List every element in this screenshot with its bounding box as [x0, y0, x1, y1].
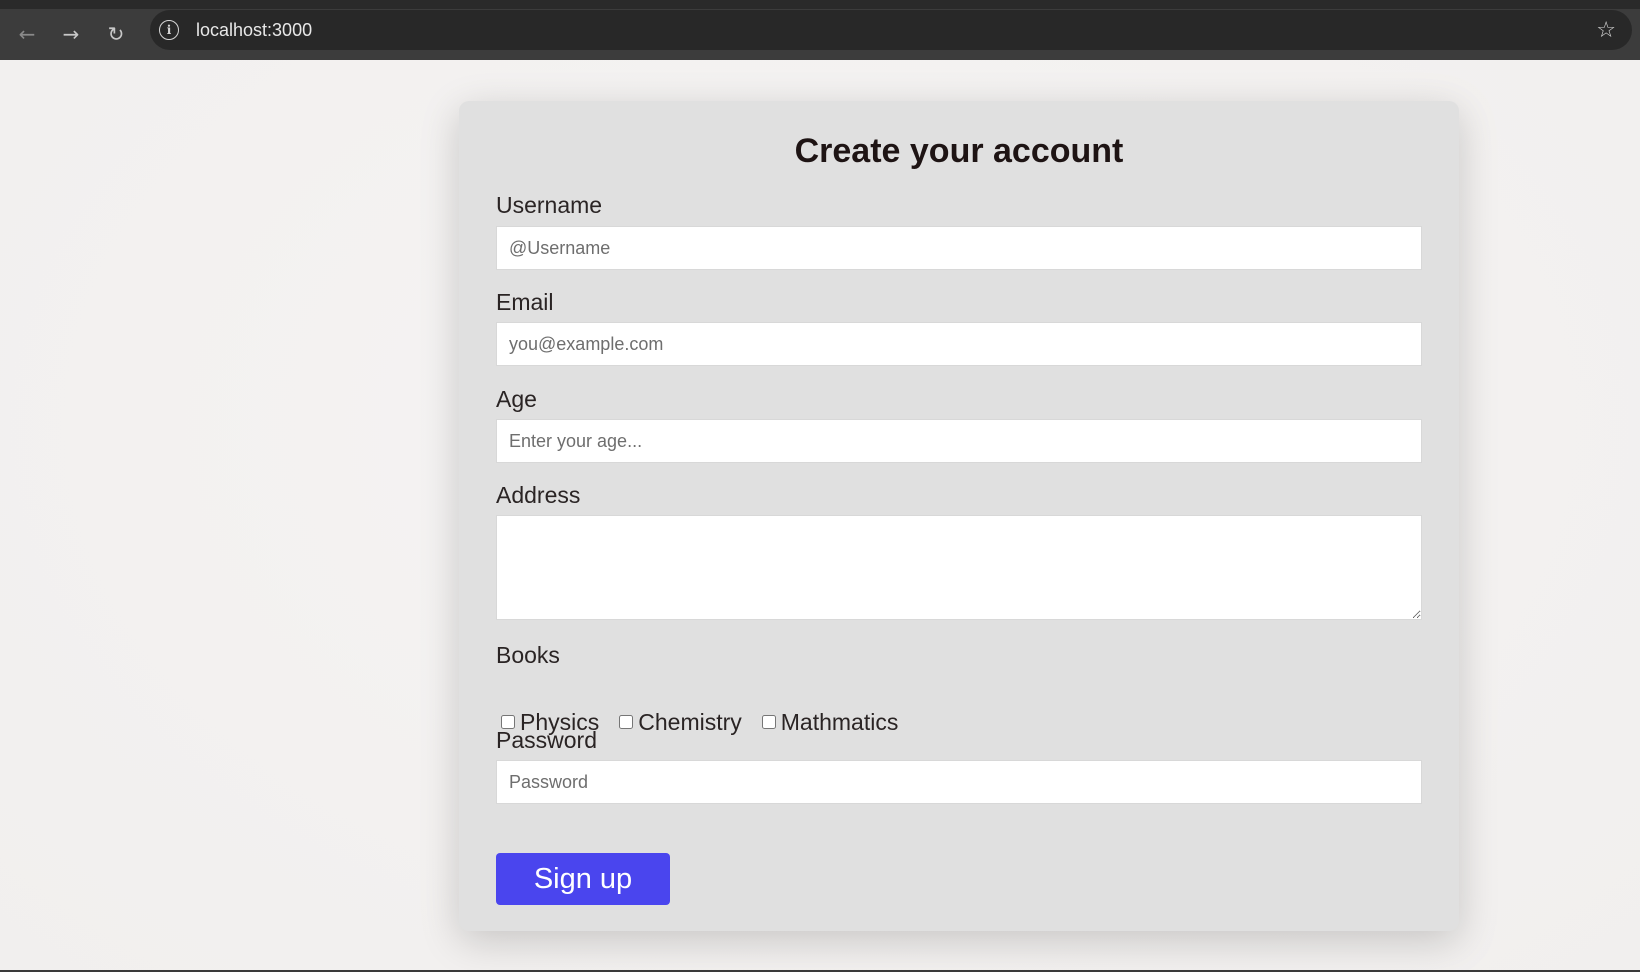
address-bar[interactable]: i localhost:3000 ☆ [150, 10, 1632, 50]
age-label: Age [496, 386, 537, 412]
bookmark-star-icon[interactable]: ☆ [1596, 18, 1616, 43]
password-label: Password [496, 727, 597, 753]
email-label: Email [496, 289, 554, 315]
books-label: Books [496, 642, 560, 668]
username-input[interactable] [496, 226, 1422, 270]
chemistry-label[interactable]: Chemistry [638, 709, 742, 736]
url-text[interactable]: localhost:3000 [196, 20, 312, 40]
chemistry-checkbox[interactable] [619, 715, 634, 729]
page-title: Create your account [794, 132, 1124, 170]
mathmatics-label[interactable]: Mathmatics [781, 709, 899, 736]
address-label: Address [496, 482, 581, 508]
books-option-mathmatics[interactable]: Mathmatics [761, 709, 899, 736]
age-input[interactable] [496, 419, 1422, 463]
books-option-chemistry[interactable]: Chemistry [619, 709, 742, 736]
back-arrow-icon[interactable]: ← [12, 19, 42, 49]
signup-card: Create your account Username Email Age A… [459, 101, 1459, 931]
address-textarea[interactable] [496, 515, 1422, 620]
username-label: Username [496, 192, 603, 218]
info-icon[interactable]: i [159, 20, 179, 40]
forward-arrow-icon[interactable]: → [56, 19, 86, 49]
password-input[interactable] [496, 760, 1422, 804]
page-content: Create your account Username Email Age A… [0, 60, 1640, 972]
mathmatics-checkbox[interactable] [761, 715, 776, 729]
email-input[interactable] [496, 322, 1422, 366]
signup-button[interactable]: Sign up [496, 853, 670, 905]
reload-icon[interactable]: ↻ [101, 19, 131, 49]
browser-toolbar: ← → ↻ i localhost:3000 ☆ [0, 0, 1640, 60]
